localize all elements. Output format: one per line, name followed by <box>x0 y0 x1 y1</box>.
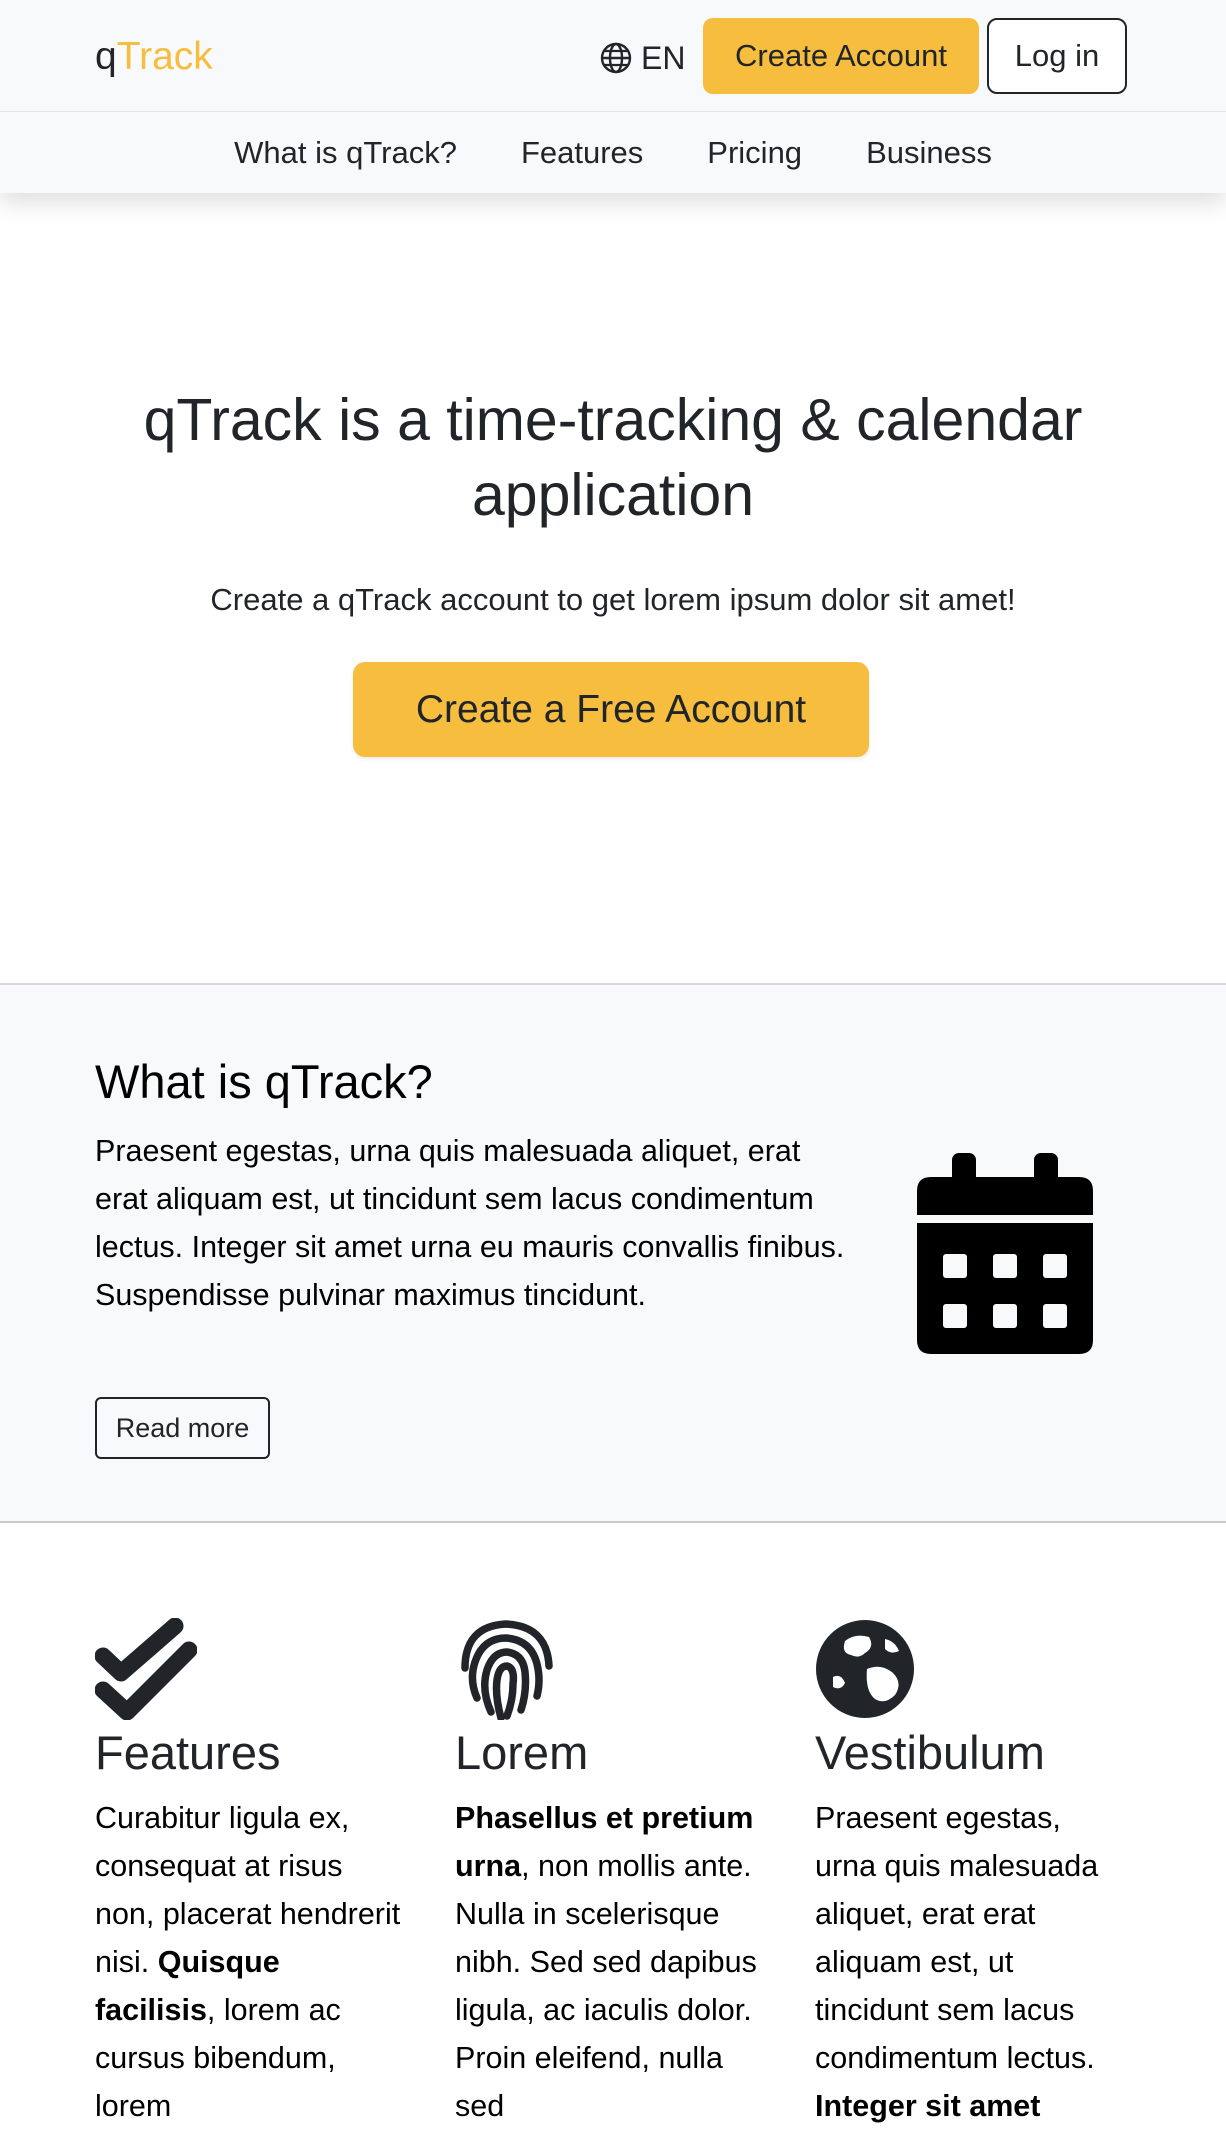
globe-icon <box>600 42 632 74</box>
nav-item-business[interactable]: Business <box>866 135 992 171</box>
feature-text: Curabitur ligula ex, consequat at risus … <box>95 1794 405 2130</box>
nav-item-what-is-qtrack[interactable]: What is qTrack? <box>234 135 457 171</box>
features-section: Features Curabitur ligula ex, consequat … <box>0 1523 1226 2123</box>
create-free-account-button[interactable]: Create a Free Account <box>353 662 869 757</box>
nav-item-features[interactable]: Features <box>521 135 643 171</box>
hero-section: qTrack is a time-tracking & calendar app… <box>0 193 1226 983</box>
feature-title: Features <box>95 1726 281 1779</box>
about-title: What is qTrack? <box>95 1055 433 1108</box>
about-text: Praesent egestas, urna quis malesuada al… <box>95 1134 845 1312</box>
about-section: What is qTrack? Praesent egestas, urna q… <box>0 983 1226 1523</box>
hero-title: qTrack is a time-tracking & calendar app… <box>143 387 1083 528</box>
feature-text: Phasellus et pretium urna, non mollis an… <box>455 1794 765 2130</box>
brand-logo[interactable]: qTrack <box>95 33 213 81</box>
site-header: qTrack EN Create Account Log in What is … <box>0 0 1226 193</box>
feature-text-bold: Integer sit amet <box>815 2089 1041 2123</box>
fingerprint-icon <box>461 1620 553 1720</box>
feature-title: Lorem <box>455 1726 589 1779</box>
feature-text-part: , non mollis ante. Nulla in scelerisque … <box>455 1849 757 2123</box>
language-label: EN <box>641 39 686 76</box>
login-button[interactable]: Log in <box>987 18 1127 94</box>
globe-earth-icon <box>816 1620 914 1718</box>
create-account-button[interactable]: Create Account <box>703 18 979 94</box>
hero-subtitle: Create a qTrack account to get lorem ips… <box>210 582 1016 617</box>
language-selector[interactable]: EN <box>600 34 685 82</box>
top-bar: qTrack EN Create Account Log in <box>0 0 1226 112</box>
read-more-button[interactable]: Read more <box>95 1397 270 1459</box>
brand-prefix: q <box>95 35 117 78</box>
brand-suffix: Track <box>116 35 213 78</box>
main-nav: What is qTrack? Features Pricing Busines… <box>0 112 1226 193</box>
feature-title: Vestibulum <box>815 1726 1045 1779</box>
double-check-icon <box>95 1618 197 1720</box>
feature-text-part: Praesent egestas, urna quis malesuada al… <box>815 1801 1099 2075</box>
feature-text: Praesent egestas, urna quis malesuada al… <box>815 1794 1125 2130</box>
calendar-icon <box>917 1153 1093 1354</box>
nav-item-pricing[interactable]: Pricing <box>707 135 802 171</box>
